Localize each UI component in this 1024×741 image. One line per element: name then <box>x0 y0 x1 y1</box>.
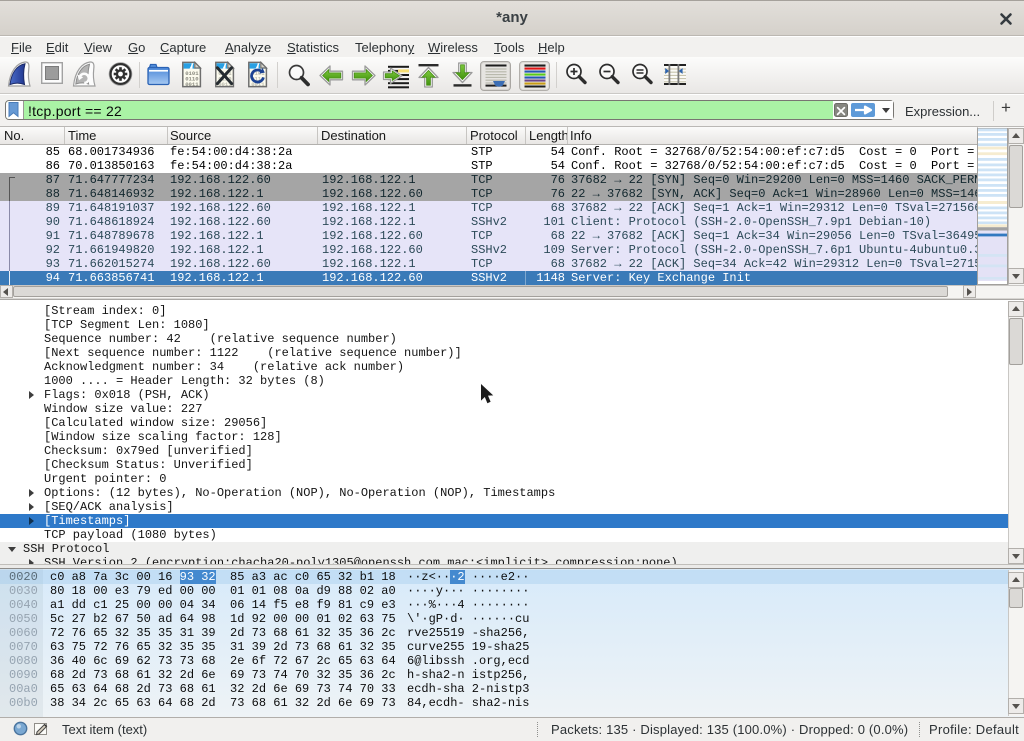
svg-text:0011: 0011 <box>185 81 199 88</box>
